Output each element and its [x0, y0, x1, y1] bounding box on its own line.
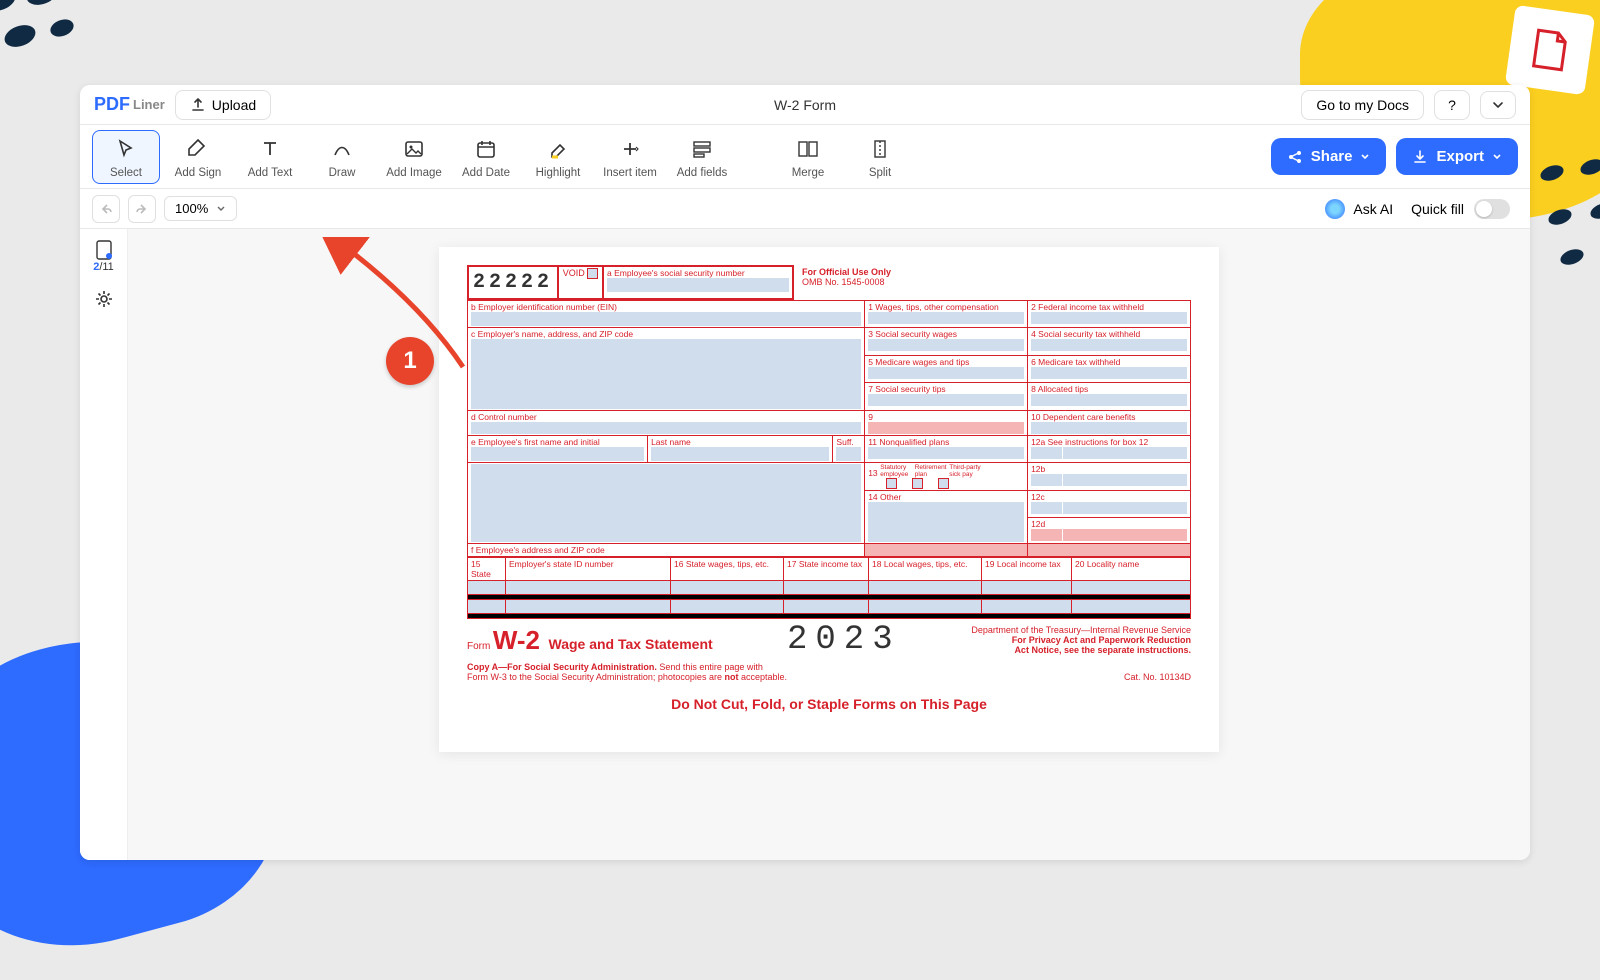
- redo-icon: [134, 201, 150, 217]
- ask-ai-button[interactable]: Ask AI: [1325, 199, 1393, 219]
- tool-label: Split: [869, 167, 891, 179]
- merge-icon: [796, 137, 820, 161]
- chevron-down-icon: [216, 204, 226, 214]
- w2-22222: 22222: [473, 271, 553, 294]
- top-header: PDFLiner Upload W-2 Form Go to my Docs ?: [80, 85, 1530, 125]
- image-icon: [402, 137, 426, 161]
- undo-button[interactable]: [92, 195, 120, 223]
- page-canvas[interactable]: 1 22222 VOID a Employee's social securit…: [128, 229, 1530, 860]
- upload-label: Upload: [212, 97, 256, 113]
- zoom-dropdown[interactable]: 100%: [164, 196, 237, 221]
- upload-icon: [190, 97, 206, 113]
- sub-toolbar: 100% Ask AI Quick fill: [80, 189, 1530, 229]
- share-icon: [1287, 149, 1303, 165]
- tool-add-fields[interactable]: Add fields: [668, 131, 736, 183]
- tool-label: Select: [110, 167, 142, 179]
- w2-form: 22222 VOID a Employee's social security …: [467, 265, 1191, 619]
- page-icon: [93, 239, 115, 261]
- w2-footer: Form W-2 Wage and Tax Statement 2023 Dep…: [467, 625, 1191, 712]
- app-window: PDFLiner Upload W-2 Form Go to my Docs ?…: [80, 85, 1530, 860]
- left-sidebar: 2/11: [80, 229, 128, 860]
- fields-icon: [690, 137, 714, 161]
- undo-icon: [98, 201, 114, 217]
- help-button[interactable]: ?: [1434, 90, 1470, 120]
- download-icon: [1412, 149, 1428, 165]
- tool-split[interactable]: Split: [846, 131, 914, 183]
- split-icon: [868, 137, 892, 161]
- go-to-docs-button[interactable]: Go to my Docs: [1301, 90, 1424, 120]
- chevron-down-icon: [1360, 152, 1370, 162]
- logo-main: PDF: [94, 94, 130, 115]
- cursor-icon: [114, 137, 138, 161]
- quick-fill-label: Quick fill: [1411, 201, 1464, 217]
- annotation-arrow-icon: [268, 237, 468, 397]
- plus-icon: [618, 137, 642, 161]
- ai-icon: [1325, 199, 1345, 219]
- tool-add-image[interactable]: Add Image: [380, 131, 448, 183]
- tool-insert-item[interactable]: Insert item: [596, 131, 664, 183]
- document-page: 22222 VOID a Employee's social security …: [439, 247, 1219, 752]
- signature-icon: [186, 137, 210, 161]
- share-button[interactable]: Share: [1271, 138, 1387, 175]
- main-toolbar: Select Add Sign Add Text Draw Add Image …: [80, 125, 1530, 189]
- tool-label: Merge: [792, 167, 825, 179]
- text-icon: [258, 137, 282, 161]
- content-area: 2/11 1 22222 VOID a Em: [80, 229, 1530, 860]
- share-label: Share: [1311, 148, 1353, 165]
- tool-label: Add Date: [462, 167, 510, 179]
- chevron-down-icon: [1491, 98, 1505, 112]
- gear-icon: [94, 289, 114, 309]
- tool-merge[interactable]: Merge: [774, 131, 842, 183]
- app-logo: PDFLiner: [94, 94, 165, 115]
- decorative-dots-right: [1540, 160, 1600, 280]
- quick-fill-toggle[interactable]: [1474, 199, 1510, 219]
- logo-sub: Liner: [133, 97, 165, 112]
- tool-label: Add Text: [248, 167, 293, 179]
- more-menu-button[interactable]: [1480, 91, 1516, 119]
- redo-button[interactable]: [128, 195, 156, 223]
- tool-label: Add Sign: [175, 167, 222, 179]
- tool-add-text[interactable]: Add Text: [236, 131, 304, 183]
- tool-label: Draw: [329, 167, 356, 179]
- settings-button[interactable]: [94, 289, 114, 309]
- tool-label: Add fields: [677, 167, 728, 179]
- export-label: Export: [1436, 148, 1484, 165]
- tool-add-sign[interactable]: Add Sign: [164, 131, 232, 183]
- thumbnails-button[interactable]: 2/11: [93, 239, 115, 273]
- chevron-down-icon: [1492, 152, 1502, 162]
- ask-ai-label: Ask AI: [1353, 201, 1393, 217]
- annotation-badge: 1: [386, 337, 434, 385]
- export-button[interactable]: Export: [1396, 138, 1518, 175]
- pencil-icon: [330, 137, 354, 161]
- tool-label: Insert item: [603, 167, 657, 179]
- calendar-icon: [474, 137, 498, 161]
- decorative-logo-tile: [1505, 5, 1595, 95]
- highlighter-icon: [546, 137, 570, 161]
- tool-label: Highlight: [536, 167, 581, 179]
- tool-add-date[interactable]: Add Date: [452, 131, 520, 183]
- document-title: W-2 Form: [774, 97, 836, 113]
- quick-fill-group: Quick fill: [1411, 199, 1510, 219]
- tool-select[interactable]: Select: [92, 130, 160, 184]
- tool-highlight[interactable]: Highlight: [524, 131, 592, 183]
- tool-label: Add Image: [386, 167, 442, 179]
- upload-button[interactable]: Upload: [175, 90, 271, 120]
- zoom-value: 100%: [175, 201, 208, 216]
- tool-draw[interactable]: Draw: [308, 131, 376, 183]
- page-indicator: 2/11: [93, 261, 115, 273]
